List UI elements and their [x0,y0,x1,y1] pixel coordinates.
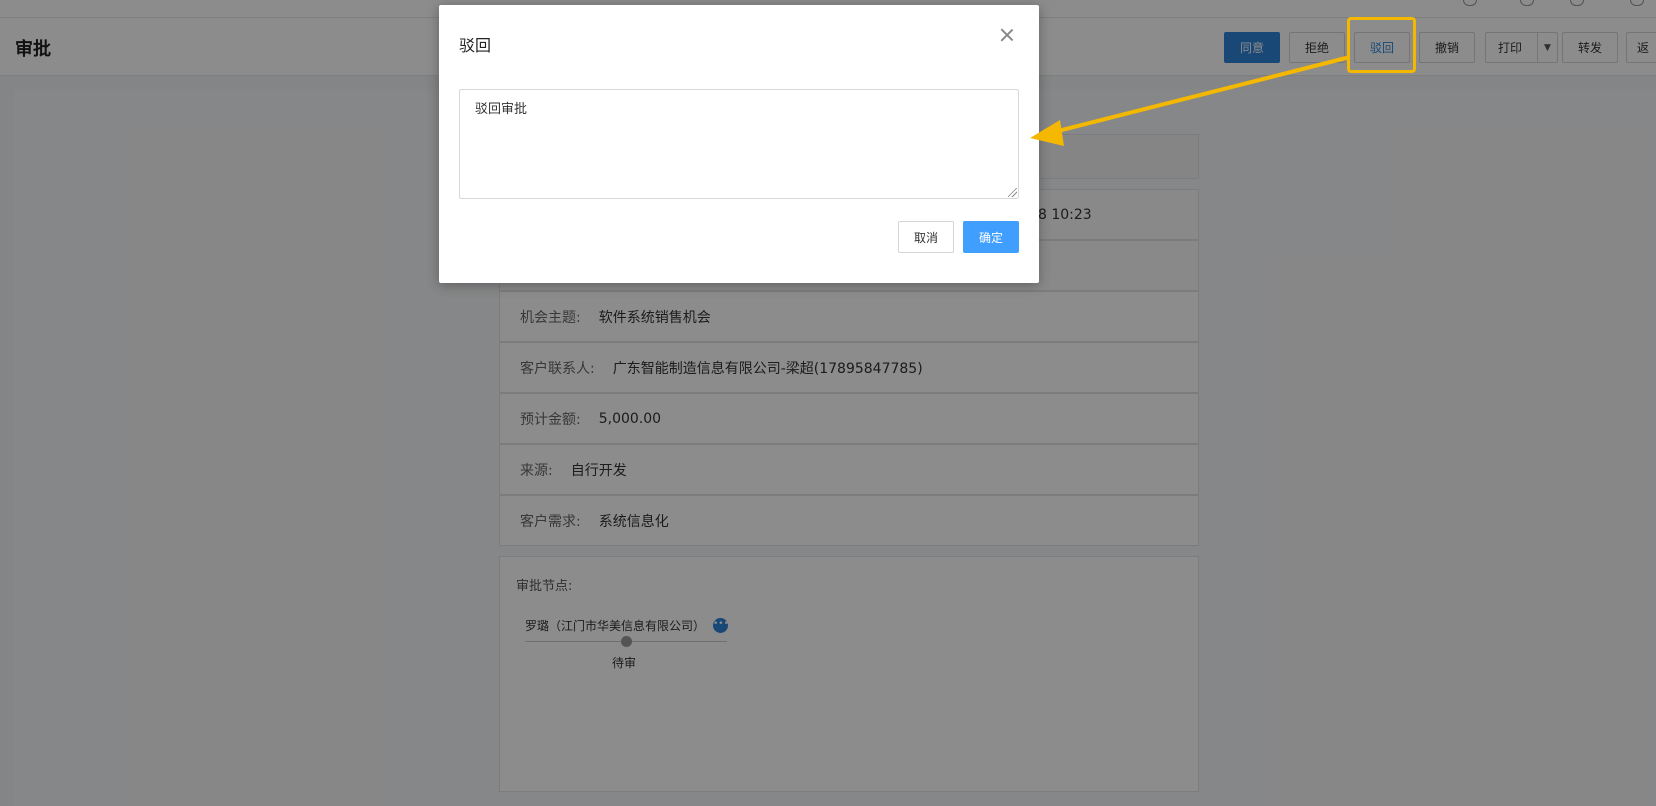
dialog-title: 驳回 [459,36,492,55]
cancel-button[interactable]: 取消 [898,221,954,253]
highlight-box [1347,17,1416,73]
return-reason-input[interactable] [459,89,1019,199]
resize-handle-icon[interactable] [1008,188,1017,197]
return-dialog: 驳回 取消 确定 [439,5,1039,283]
close-icon[interactable] [1000,28,1014,42]
confirm-button[interactable]: 确定 [963,221,1019,253]
